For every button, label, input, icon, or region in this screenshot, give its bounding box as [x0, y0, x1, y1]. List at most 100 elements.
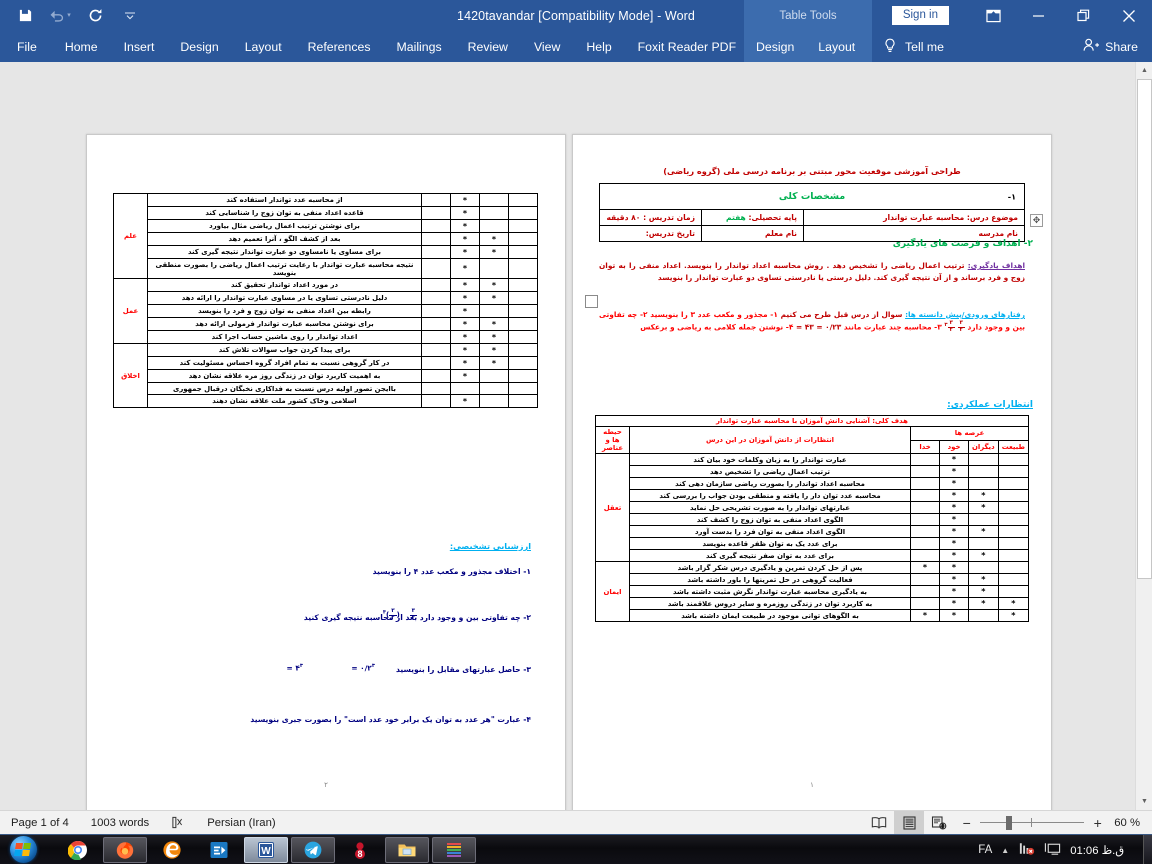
- tab-help[interactable]: Help: [573, 31, 624, 62]
- table-move-handle[interactable]: ✥: [1030, 214, 1043, 227]
- general-info-table[interactable]: ۱- مشخصات کلی موضوع درس: محاسبه عبارت تو…: [599, 183, 1025, 242]
- taskbar-internetdownloadmanager-icon[interactable]: 8: [338, 837, 382, 863]
- mark-cell: *: [997, 609, 1030, 622]
- taskbar-firefox-icon[interactable]: [103, 836, 147, 863]
- print-layout-view-button[interactable]: [894, 811, 925, 835]
- category-cell: علم: [113, 193, 148, 279]
- grade-label: پایه تحصیلی:: [748, 213, 797, 222]
- expectation-statement: محاسبه عدد توان دار را یافته و منطقی بود…: [628, 489, 912, 502]
- tab-review[interactable]: Review: [455, 31, 521, 62]
- table-row: * عبارت تواندار را به زبان وکلمات خود بیا…: [595, 453, 1030, 562]
- title-bar: ▾ 1420tavandar [Compatibility Mode] - Wo…: [0, 0, 1152, 31]
- mark-cell: [968, 609, 999, 622]
- document-canvas[interactable]: طراحی آموزشی موقعیت محور مبتنی بر برنامه…: [0, 62, 1152, 864]
- zoom-slider[interactable]: [980, 816, 1085, 830]
- taskbar-freedownloadmanager-icon[interactable]: [197, 837, 241, 863]
- mark-cell: [968, 477, 999, 490]
- mark-cell: *: [968, 525, 999, 538]
- tab-view[interactable]: View: [521, 31, 573, 62]
- tab-mailings[interactable]: Mailings: [384, 31, 455, 62]
- tab-design[interactable]: Design: [167, 31, 231, 62]
- scrollbar-thumb[interactable]: [1137, 79, 1152, 579]
- tab-home[interactable]: Home: [52, 31, 111, 62]
- category-cell: تعقل: [595, 453, 630, 562]
- status-bar: Page 1 of 4 1003 words Persian (Iran) −: [0, 810, 1152, 835]
- tray-display-icon[interactable]: [1044, 841, 1061, 859]
- mark-cell: *: [450, 219, 480, 233]
- mark-cell: *: [939, 501, 970, 514]
- table-resize-anchor[interactable]: [585, 295, 598, 308]
- sign-in-button[interactable]: Sign in: [891, 5, 949, 26]
- save-icon[interactable]: [14, 5, 36, 27]
- ribbon-display-options-icon[interactable]: [971, 0, 1016, 31]
- prior-item-1: ۱- مجذور و مکعب عدد ۳ را بنویسید: [650, 310, 778, 319]
- system-tray: FA ▲ ق.ظ 01:06: [978, 835, 1152, 864]
- zoom-in-button[interactable]: +: [1091, 815, 1104, 831]
- start-button[interactable]: [0, 835, 46, 864]
- language-indicator[interactable]: Persian (Iran): [196, 811, 286, 835]
- share-button[interactable]: Share: [1083, 31, 1138, 62]
- taskbar-telegram-icon[interactable]: [291, 836, 335, 863]
- diagnostic-assessment-heading: ارزشیابی تشخیصی:: [449, 541, 531, 551]
- tray-clock[interactable]: ق.ظ 01:06: [1070, 844, 1134, 857]
- tab-foxit-reader-pdf[interactable]: Foxit Reader PDF: [625, 31, 749, 62]
- minimize-icon[interactable]: [1016, 0, 1061, 31]
- scroll-down-icon[interactable]: ▼: [1136, 793, 1152, 810]
- tab-layout[interactable]: Layout: [232, 31, 295, 62]
- page2-expectations-table[interactable]: * از محاسبه عدد تواندار استفاده کند علم * قا…: [113, 193, 538, 408]
- page-indicator[interactable]: Page 1 of 4: [0, 811, 80, 835]
- taskbar-explorer-icon[interactable]: [385, 836, 429, 863]
- table-row: * * اعداد تواندار را روی ماشین حساب اجرا ک…: [114, 330, 538, 344]
- inline-fraction-b: ۳۲: [947, 320, 955, 333]
- proofing-errors-icon[interactable]: [160, 811, 196, 835]
- tray-network-icon[interactable]: [1018, 841, 1035, 859]
- mark-cell: *: [939, 489, 970, 502]
- tray-language-indicator[interactable]: FA: [978, 844, 992, 856]
- taskbar-winrar-icon[interactable]: [432, 836, 476, 863]
- mark-cell: *: [939, 537, 970, 550]
- zoom-out-button[interactable]: −: [960, 815, 973, 831]
- tell-me-box[interactable]: Tell me: [884, 31, 944, 62]
- table-row: * * محاسبه عدد توان دار را یافته و منطقی ب…: [596, 489, 1030, 502]
- restore-icon[interactable]: [1061, 0, 1106, 31]
- undo-icon[interactable]: ▾: [49, 5, 71, 27]
- table-row: ۱- مشخصات کلی: [599, 183, 1025, 210]
- taskbar-chrome-icon[interactable]: [56, 837, 100, 863]
- show-desktop-button[interactable]: [1143, 835, 1152, 864]
- redo-icon[interactable]: [84, 5, 106, 27]
- tab-insert[interactable]: Insert: [111, 31, 168, 62]
- mark-cell: *: [450, 193, 480, 207]
- table-row: * برای نوشتن ترتیب اعمال ریاضی مثال بیاور…: [114, 219, 538, 233]
- tab-table-layout[interactable]: Layout: [806, 31, 867, 62]
- document-page-1[interactable]: طراحی آموزشی موقعیت محور مبتنی بر برنامه…: [572, 134, 1052, 814]
- customize-qat-icon[interactable]: [119, 5, 141, 27]
- table-row: * * عبارتهای تواندار را به صورت تشریحی حل …: [596, 501, 1030, 514]
- scroll-up-icon[interactable]: ▲: [1136, 62, 1152, 79]
- zoom-level-label[interactable]: 60 %: [1114, 817, 1152, 829]
- mark-cell: [910, 537, 941, 550]
- close-icon[interactable]: [1106, 0, 1152, 31]
- read-mode-view-button[interactable]: [864, 811, 894, 835]
- table-row: * قاعده اعداد منفی به توان زوج را شناسایی…: [114, 206, 538, 220]
- zoom-control[interactable]: − +: [954, 815, 1114, 831]
- document-page-2[interactable]: * از محاسبه عدد تواندار استفاده کند علم * قا…: [86, 134, 566, 814]
- expectations-table[interactable]: هدف کلی: آشنایی دانش آموزان با محاسبه عب…: [595, 415, 1030, 622]
- mark-cell: *: [450, 304, 480, 318]
- vertical-scrollbar[interactable]: ▲ ▼: [1135, 62, 1152, 810]
- mark-cell: [508, 206, 538, 220]
- word-count[interactable]: 1003 words: [80, 811, 160, 835]
- expr-right-value: ۰/۲: [360, 663, 372, 673]
- taskbar-word-icon[interactable]: W: [244, 836, 288, 863]
- table-row: * * برای عدد به توان صفر نتیجه گیری کند: [596, 549, 1030, 562]
- web-layout-view-button[interactable]: [924, 811, 954, 835]
- prior-knowledge-label: رفتارهای ورودی/پیش دانسته ها:: [905, 310, 1025, 319]
- expectation-statement: برای مساوی یا نامساوی دو عبارت تواندار ن…: [147, 245, 422, 259]
- tray-expand-icon[interactable]: ▲: [1001, 846, 1009, 855]
- tab-file[interactable]: File: [0, 31, 52, 62]
- mark-cell: [910, 585, 941, 598]
- taskbar-edge-icon[interactable]: [150, 837, 194, 863]
- mark-cell: *: [450, 232, 480, 246]
- tab-references[interactable]: References: [295, 31, 384, 62]
- tab-table-design[interactable]: Design: [744, 31, 807, 62]
- zoom-slider-thumb[interactable]: [1006, 816, 1013, 830]
